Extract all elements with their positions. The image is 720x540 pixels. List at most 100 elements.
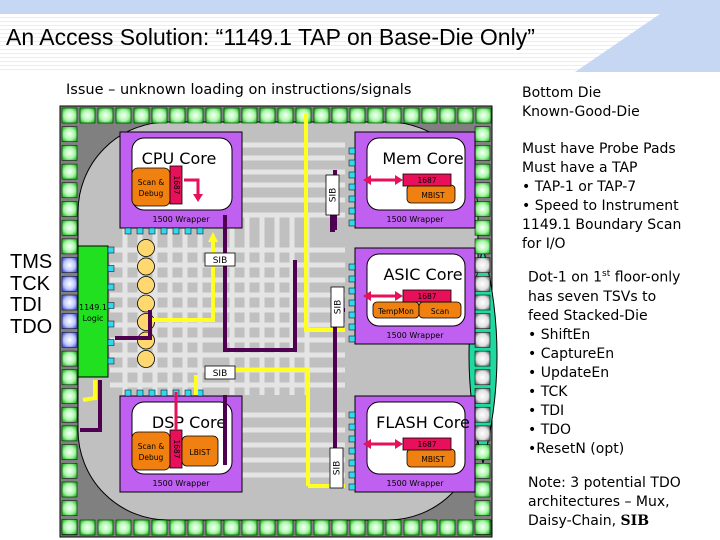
core-asic: ASIC Core 1500 Wrapper TempMon Scan 1687 [348, 247, 476, 345]
io-pad [61, 388, 78, 404]
wrapper-port [160, 389, 168, 397]
boundary-cell [137, 239, 155, 257]
io-pad [474, 182, 491, 199]
io-pad [331, 107, 348, 124]
tsv-signal: • TCK [528, 383, 568, 400]
note-line: feed Stacked-Die [528, 307, 648, 324]
core-name: ASIC Core [383, 265, 462, 284]
instrument-label: Debug [139, 189, 164, 198]
note-line: • TAP-1 or TAP-7 [522, 179, 637, 195]
note-line: • Speed to Instrument [522, 198, 679, 214]
boundary-cell [137, 350, 155, 368]
note-line: Dot-1 on 1st floor-only [528, 265, 680, 288]
io-pad [115, 519, 132, 536]
logic-port [107, 357, 115, 365]
wrapper-port [136, 227, 144, 235]
wrapper-port [348, 299, 356, 307]
core-name: FLASH Core [376, 413, 470, 432]
instrument-scan-debug [131, 167, 171, 207]
tap-pad [61, 313, 78, 329]
io-pad [385, 107, 402, 124]
io-pad [295, 519, 312, 536]
sib-label: SIB [333, 461, 343, 476]
tsv-pad [474, 425, 491, 442]
wrapper-port [348, 483, 356, 491]
io-pad [151, 107, 168, 124]
logic-port [107, 320, 115, 328]
wrapper-port [160, 227, 168, 235]
io-pad [97, 107, 114, 124]
wrapper-port [348, 183, 356, 191]
io-pad [474, 238, 491, 255]
io-pad [403, 519, 420, 536]
io-pad [421, 519, 438, 536]
tsv-note: Dot-1 on 1st floor-only has seven TSVs t… [528, 265, 680, 459]
wrapper-port [348, 471, 356, 479]
io-pad [349, 107, 366, 124]
io-pad [61, 182, 78, 199]
tsv-signal: • UpdateEn [528, 364, 610, 381]
io-pad [61, 145, 78, 161]
logic-port [107, 246, 115, 254]
wrapper-port [348, 159, 356, 167]
io-pad [61, 463, 78, 479]
wrapper-port [124, 227, 132, 235]
io-pad [61, 369, 78, 386]
core-name: DSP Core [152, 413, 226, 432]
instrument-label: LBIST [190, 448, 211, 457]
ijtag-label: 1687 [172, 175, 181, 194]
wrapper-label: 1500 Wrapper [152, 479, 210, 488]
bottom-die-note: Bottom Die Known-Good-Die [522, 84, 640, 122]
instrument-label: Scan & [138, 178, 165, 187]
io-pad [421, 107, 438, 124]
tap-pad [61, 294, 78, 311]
note-line: Bottom Die [522, 85, 602, 101]
wrapper-port [172, 227, 180, 235]
wrapper-port [348, 311, 356, 319]
io-pad [79, 107, 96, 124]
boundary-cell [137, 294, 155, 313]
io-pad [474, 463, 491, 479]
wrapper-port [348, 459, 356, 467]
io-pad [474, 145, 491, 161]
wrapper-label: 1500 Wrapper [386, 479, 444, 488]
wrapper-port [196, 227, 204, 235]
wrapper-port [184, 389, 192, 397]
io-pad [61, 219, 78, 236]
io-pad [277, 107, 294, 124]
tsv-pad [474, 406, 491, 423]
tsv-pad [474, 257, 491, 273]
note-line: Note: 3 potential TDO [528, 475, 681, 491]
note-line: Must have Probe Pads [522, 141, 676, 157]
tsv-pad [474, 332, 491, 348]
io-pad [169, 107, 186, 124]
io-pad [475, 107, 492, 124]
instrument-label: MBIST [421, 455, 445, 464]
logic-port [107, 265, 115, 272]
io-pad [187, 107, 204, 124]
note-line: 1149.1 Boundary Scan [522, 217, 682, 233]
io-pad [223, 519, 240, 536]
instrument-label: Debug [139, 453, 164, 462]
wrapper-port [348, 147, 356, 155]
io-pad [79, 519, 96, 536]
tsv-pad [474, 369, 491, 386]
io-pad [61, 444, 78, 460]
io-pad [169, 519, 186, 536]
sib-label: SIB [329, 188, 339, 203]
note-line: Daisy-Chain, SIB [528, 512, 681, 531]
io-pad [241, 107, 258, 124]
sib-label: SIB [213, 369, 228, 379]
ijtag-label: 1687 [172, 439, 181, 458]
io-pad [403, 107, 420, 124]
io-pad [115, 107, 132, 124]
io-pad [474, 201, 491, 217]
io-pad [367, 519, 384, 536]
boundary-cell [137, 257, 155, 276]
wrapper-port [136, 389, 144, 397]
io-pad [205, 519, 222, 536]
io-pad [457, 107, 474, 124]
tap-logic-label-1: 1149.1 [79, 303, 107, 312]
io-pad [439, 519, 456, 536]
wrapper-port [348, 171, 356, 179]
